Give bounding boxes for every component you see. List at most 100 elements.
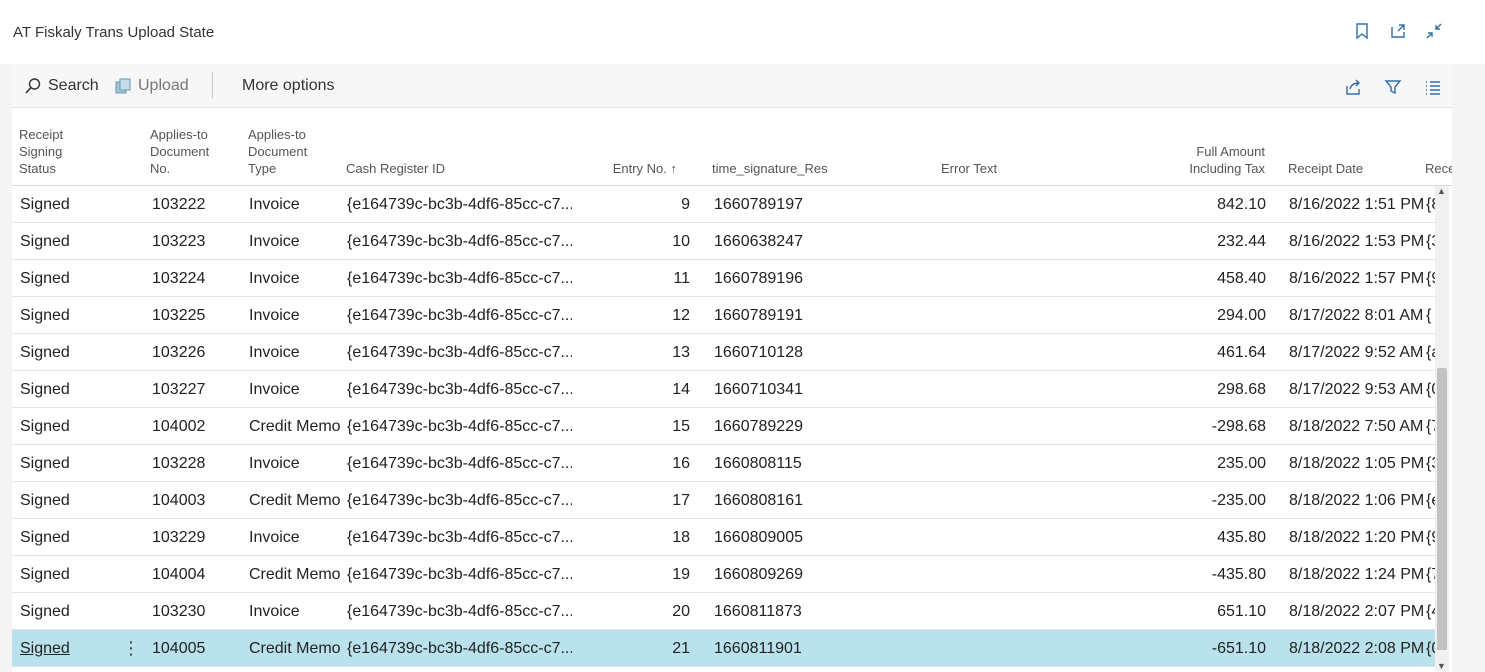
header-time-signature-res[interactable]: time_signature_Res: [712, 160, 872, 177]
cell-receipt-signing-status[interactable]: Signed: [20, 455, 110, 473]
cell-applies-to-document-no: 103223: [152, 233, 206, 250]
bookmark-icon[interactable]: [1351, 20, 1373, 42]
cell-time-signature-res: 1660710341: [714, 381, 803, 398]
cell-receipt-signing-status[interactable]: Signed: [20, 344, 110, 362]
cell-receipt-partial: {7: [1426, 566, 1435, 583]
cell-receipt-date: 8/18/2022 7:50 AM: [1289, 418, 1424, 435]
table-row[interactable]: Signed 103230 Invoice {e164739c-bc3b-4df6-8…: [12, 593, 1435, 630]
open-in-new-window-icon[interactable]: [1387, 20, 1409, 42]
cell-applies-to-document-type: Credit Memo: [249, 492, 341, 509]
cell-receipt-date: 8/18/2022 2:07 PM: [1289, 603, 1425, 620]
cell-cash-register-id: {e164739c-bc3b-4df6-85cc-c7...: [347, 307, 572, 324]
cell-receipt-signing-status[interactable]: Signed: [20, 307, 110, 325]
cell-full-amount-including-tax: -651.10: [1211, 640, 1266, 657]
header-full-amount-including-tax[interactable]: Full Amount Including Tax: [1162, 143, 1265, 177]
header-cash-register-id[interactable]: Cash Register ID: [346, 160, 496, 177]
table-row[interactable]: Signed 103223 Invoice {e164739c-bc3b-4df6-8…: [12, 223, 1435, 260]
search-button[interactable]: Search: [24, 74, 99, 98]
cell-applies-to-document-type: Invoice: [249, 196, 300, 213]
cell-cash-register-id: {e164739c-bc3b-4df6-85cc-c7...: [347, 455, 572, 472]
table-row-selected[interactable]: Signed 104005 Credit Memo {e164739c-bc3b-4d…: [12, 630, 1435, 667]
cell-applies-to-document-no: 103227: [152, 381, 206, 398]
cell-receipt-partial: {0: [1426, 381, 1435, 398]
cell-applies-to-document-no: 104005: [152, 640, 206, 657]
cell-entry-no: 20: [672, 603, 690, 620]
cell-receipt-signing-status[interactable]: Signed: [20, 418, 110, 436]
search-label: Search: [48, 77, 99, 94]
share-icon[interactable]: [1342, 76, 1364, 98]
cell-applies-to-document-no: 103226: [152, 344, 206, 361]
filter-icon[interactable]: [1382, 76, 1404, 98]
cell-receipt-date: 8/16/2022 1:57 PM: [1289, 270, 1425, 287]
table-row[interactable]: Signed 103225 Invoice {e164739c-bc3b-4df6-8…: [12, 297, 1435, 334]
cell-receipt-partial: {8: [1426, 196, 1435, 213]
cell-receipt-date: 8/17/2022 8:01 AM: [1289, 307, 1424, 324]
table-row[interactable]: Signed 103226 Invoice {e164739c-bc3b-4df6-8…: [12, 334, 1435, 371]
cell-entry-no: 17: [672, 492, 690, 509]
cell-full-amount-including-tax: 294.00: [1217, 307, 1266, 324]
table-row[interactable]: Signed 103222 Invoice {e164739c-bc3b-4df6-8…: [12, 186, 1435, 223]
scroll-down-arrow-icon[interactable]: ▼: [1437, 661, 1446, 671]
vertical-scrollbar[interactable]: ▲ ▼: [1435, 186, 1449, 671]
collapse-icon[interactable]: [1423, 20, 1445, 42]
cell-cash-register-id: {e164739c-bc3b-4df6-85cc-c7...: [347, 418, 572, 435]
cell-applies-to-document-no: 103225: [152, 307, 206, 324]
data-rows: Signed 103222 Invoice {e164739c-bc3b-4df6-8…: [12, 186, 1435, 671]
toolbar-right-actions: [1342, 76, 1444, 98]
cell-cash-register-id: {e164739c-bc3b-4df6-85cc-c7...: [347, 492, 572, 509]
scroll-up-arrow-icon[interactable]: ▲: [1437, 186, 1446, 196]
page-title: AT Fiskaly Trans Upload State: [13, 24, 215, 41]
cell-receipt-signing-status[interactable]: Signed: [20, 492, 110, 510]
cell-receipt-signing-status[interactable]: Signed: [20, 640, 110, 658]
cell-cash-register-id: {e164739c-bc3b-4df6-85cc-c7...: [347, 640, 572, 657]
table-row[interactable]: Signed 103224 Invoice {e164739c-bc3b-4df6-8…: [12, 260, 1435, 297]
cell-receipt-date: 8/18/2022 1:05 PM: [1289, 455, 1425, 472]
cell-applies-to-document-type: Credit Memo: [249, 418, 341, 435]
cell-cash-register-id: {e164739c-bc3b-4df6-85cc-c7...: [347, 233, 572, 250]
cell-receipt-signing-status[interactable]: Signed: [20, 196, 110, 214]
cell-entry-no: 11: [673, 270, 690, 287]
cell-time-signature-res: 1660811901: [714, 640, 802, 657]
cell-receipt-date: 8/17/2022 9:52 AM: [1289, 344, 1424, 361]
header-entry-no[interactable]: Entry No. ↑: [592, 160, 677, 177]
cell-entry-no: 13: [672, 344, 690, 361]
more-options-button[interactable]: More options: [242, 74, 335, 98]
content-panel: Search Upload More options Receipt Signi…: [0, 64, 1485, 672]
table-row[interactable]: Signed 104004 Credit Memo {e164739c-bc3b-4d…: [12, 556, 1435, 593]
cell-receipt-signing-status[interactable]: Signed: [20, 270, 110, 288]
cell-applies-to-document-type: Invoice: [249, 455, 300, 472]
header-error-text[interactable]: Error Text: [941, 160, 1061, 177]
table-row[interactable]: Signed 103227 Invoice {e164739c-bc3b-4df6-8…: [12, 371, 1435, 408]
cell-receipt-signing-status[interactable]: Signed: [20, 566, 110, 584]
cell-full-amount-including-tax: 298.68: [1217, 381, 1266, 398]
cell-receipt-signing-status[interactable]: Signed: [20, 233, 110, 251]
header-receipt-partial[interactable]: Rece: [1425, 160, 1452, 177]
cell-full-amount-including-tax: 651.10: [1217, 603, 1266, 620]
cell-entry-no: 18: [672, 529, 690, 546]
cell-receipt-signing-status[interactable]: Signed: [20, 529, 110, 547]
cell-receipt-signing-status[interactable]: Signed: [20, 603, 110, 621]
cell-cash-register-id: {e164739c-bc3b-4df6-85cc-c7...: [347, 270, 572, 287]
table-row[interactable]: Signed 104003 Credit Memo {e164739c-bc3b-4d…: [12, 482, 1435, 519]
cell-entry-no: 19: [672, 566, 690, 583]
cell-receipt-signing-status[interactable]: Signed: [20, 381, 110, 399]
list-view-icon[interactable]: [1422, 76, 1444, 98]
header-receipt-date[interactable]: Receipt Date: [1288, 160, 1398, 177]
header-applies-to-document-type[interactable]: Applies-to Document Type: [248, 126, 318, 177]
cell-applies-to-document-no: 103222: [152, 196, 206, 213]
cell-time-signature-res: 1660809005: [714, 529, 803, 546]
row-actions-menu-icon[interactable]: ⋮: [122, 638, 140, 659]
upload-button[interactable]: Upload: [114, 74, 189, 98]
table-row[interactable]: Signed 103229 Invoice {e164739c-bc3b-4df6-8…: [12, 519, 1435, 556]
header-receipt-signing-status[interactable]: Receipt Signing Status: [19, 126, 89, 177]
cell-time-signature-res: 1660789191: [714, 307, 803, 324]
cell-receipt-partial: {e: [1426, 492, 1435, 509]
table-row[interactable]: Signed 103228 Invoice {e164739c-bc3b-4df6-8…: [12, 445, 1435, 482]
scrollbar-thumb[interactable]: [1437, 368, 1447, 650]
list-card: Search Upload More options Receipt Signi…: [12, 64, 1452, 672]
table-row[interactable]: Signed 104002 Credit Memo {e164739c-bc3b-4d…: [12, 408, 1435, 445]
cell-cash-register-id: {e164739c-bc3b-4df6-85cc-c7...: [347, 566, 572, 583]
cell-receipt-date: 8/18/2022 1:20 PM: [1289, 529, 1425, 546]
cell-entry-no: 14: [672, 381, 690, 398]
header-applies-to-document-no[interactable]: Applies-to Document No.: [150, 126, 220, 177]
